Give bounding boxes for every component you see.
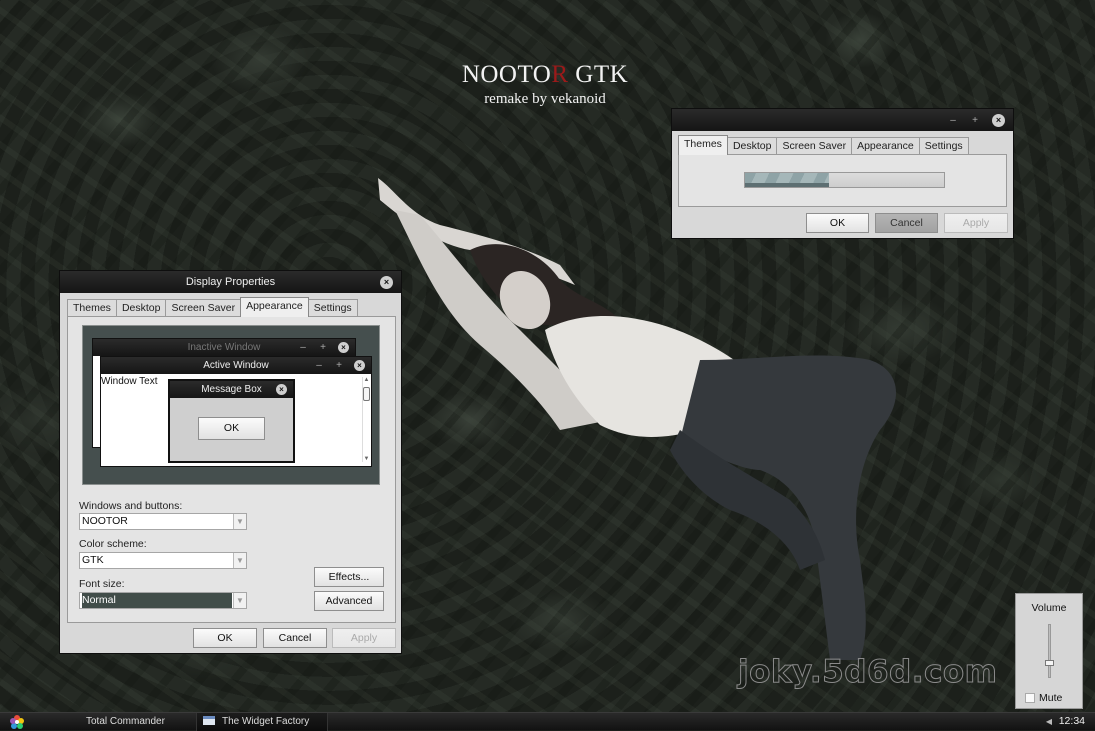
appearance-preview: Inactive Window – + × Active Window – + …	[82, 325, 380, 485]
active-window-title: Active Window	[203, 360, 269, 371]
message-box-titlebar: Message Box ×	[170, 381, 293, 398]
ok-button[interactable]: OK	[193, 628, 257, 648]
tab-settings[interactable]: Settings	[918, 137, 969, 155]
tray-expand-icon[interactable]: ◀	[1046, 713, 1052, 730]
tab-desktop[interactable]: Desktop	[115, 299, 167, 317]
tab-screen-saver[interactable]: Screen Saver	[165, 299, 242, 317]
maximize-icon: +	[320, 342, 326, 353]
title-text-gtk: GTK	[568, 61, 629, 88]
small-dialog-titlebar[interactable]: – + ×	[672, 109, 1013, 131]
taskbar: Total Commander The Widget Factory ◀ 12:…	[0, 712, 1095, 731]
volume-flyout: Volume Mute	[1015, 593, 1083, 709]
maximize-icon: +	[336, 360, 342, 371]
chevron-down-icon[interactable]: ▼	[233, 553, 246, 568]
mute-label: Mute	[1039, 692, 1063, 704]
chevron-down-icon[interactable]: ▼	[233, 593, 246, 608]
clock[interactable]: 12:34	[1059, 713, 1085, 730]
effects-button[interactable]: Effects...	[314, 567, 384, 587]
small-dialog-tabs: Themes Desktop Screen Saver Appearance S…	[678, 135, 969, 155]
volume-slider-track[interactable]	[1045, 624, 1054, 678]
cancel-button[interactable]: Cancel	[875, 213, 938, 233]
color-scheme-value: GTK	[82, 554, 104, 566]
ok-button[interactable]: OK	[806, 213, 869, 233]
active-titlebar: Active Window – + ×	[101, 357, 371, 374]
close-icon: ×	[338, 342, 349, 353]
mute-checkbox[interactable]	[1025, 693, 1035, 703]
window-text: Window Text	[101, 376, 158, 387]
scroll-down-icon[interactable]: ▼	[363, 456, 370, 462]
minimize-icon[interactable]: –	[948, 115, 958, 126]
message-box-title: Message Box	[201, 384, 262, 395]
wallpaper-title: NOOTOR GTK remake by vekanoid	[420, 60, 670, 108]
tab-appearance[interactable]: Appearance	[851, 137, 920, 155]
advanced-button[interactable]: Advanced	[314, 591, 384, 611]
progress-fill	[745, 173, 829, 187]
tab-desktop[interactable]: Desktop	[726, 137, 778, 155]
window-icon	[203, 716, 215, 725]
volume-label: Volume	[1031, 602, 1067, 614]
inactive-window-title: Inactive Window	[187, 342, 261, 353]
task-label: The Widget Factory	[222, 716, 310, 727]
tab-themes[interactable]: Themes	[67, 299, 117, 317]
display-properties-titlebar[interactable]: Display Properties ×	[60, 271, 401, 293]
task-total-commander[interactable]: Total Commander	[86, 713, 194, 731]
color-scheme-select[interactable]: GTK ▼	[79, 552, 247, 569]
progress-bar	[744, 172, 945, 188]
windows-buttons-select[interactable]: NOOTOR ▼	[79, 513, 247, 530]
title-red-letter: R	[551, 61, 569, 88]
scroll-up-icon[interactable]: ▲	[363, 377, 370, 383]
start-flower-icon[interactable]	[9, 714, 25, 730]
font-size-label: Font size:	[79, 578, 125, 590]
task-label: Total Commander	[86, 716, 165, 727]
tab-appearance[interactable]: Appearance	[240, 297, 309, 317]
scroll-thumb[interactable]	[363, 387, 370, 401]
cancel-button[interactable]: Cancel	[263, 628, 327, 648]
task-widget-factory[interactable]: The Widget Factory	[196, 713, 328, 731]
volume-slider-thumb[interactable]	[1045, 659, 1054, 666]
color-scheme-label: Color scheme:	[79, 538, 147, 550]
small-dialog-window: – + × Themes Desktop Screen Saver Appear…	[671, 108, 1014, 239]
tab-settings[interactable]: Settings	[307, 299, 358, 317]
close-icon[interactable]: ×	[992, 113, 1005, 127]
windows-buttons-value: NOOTOR	[82, 515, 128, 527]
scrollbar[interactable]: ▲ ▼	[362, 377, 370, 462]
wallpaper-subtitle: remake by vekanoid	[484, 91, 606, 107]
chevron-down-icon[interactable]: ▼	[233, 514, 246, 529]
close-icon: ×	[354, 360, 365, 371]
minimize-icon: –	[316, 360, 322, 371]
small-dialog-panel	[678, 154, 1007, 207]
font-size-value: Normal	[82, 593, 232, 608]
message-box-preview[interactable]: Message Box × OK	[168, 379, 295, 463]
display-properties-tabs: Themes Desktop Screen Saver Appearance S…	[67, 297, 358, 317]
title-text: NOOTO	[461, 61, 552, 88]
window-title: Display Properties	[185, 276, 276, 288]
close-icon: ×	[276, 384, 287, 395]
inactive-titlebar: Inactive Window – + ×	[93, 339, 355, 356]
message-ok-button[interactable]: OK	[198, 417, 265, 440]
windows-buttons-label: Windows and buttons:	[79, 500, 183, 512]
tab-screen-saver[interactable]: Screen Saver	[776, 137, 853, 155]
apply-button[interactable]: Apply	[944, 213, 1008, 233]
font-size-select[interactable]: Normal ▼	[79, 592, 247, 609]
tab-themes[interactable]: Themes	[678, 135, 728, 155]
watermark: joky.5d6d.com	[737, 654, 998, 691]
apply-button[interactable]: Apply	[332, 628, 396, 648]
maximize-icon[interactable]: +	[970, 115, 980, 126]
minimize-icon: –	[300, 342, 306, 353]
close-icon[interactable]: ×	[380, 275, 393, 289]
